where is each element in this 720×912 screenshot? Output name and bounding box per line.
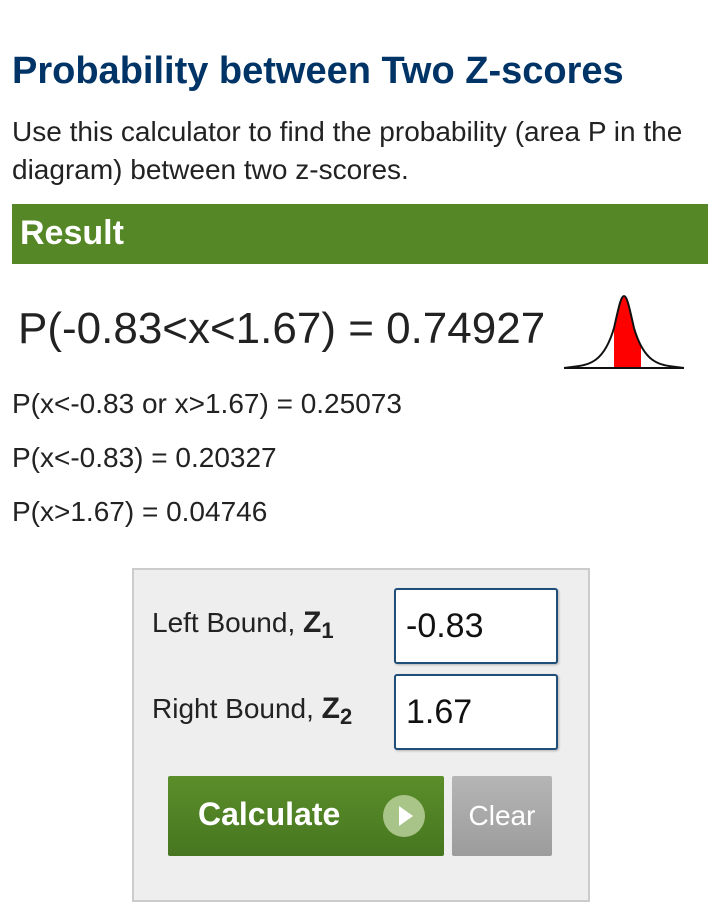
calculate-button[interactable]: Calculate xyxy=(168,776,444,856)
clear-button[interactable]: Clear xyxy=(452,776,552,856)
right-bound-subscript: 2 xyxy=(340,704,353,729)
left-bound-label-text: Left Bound, xyxy=(152,607,296,638)
right-bound-label-text: Right Bound, xyxy=(152,693,314,724)
play-circle-icon xyxy=(383,795,425,837)
outside-probability-result: P(x<-0.83 or x>1.67) = 0.25073 xyxy=(12,388,402,419)
right-bound-variable: Z xyxy=(321,692,340,725)
left-bound-variable: Z xyxy=(303,606,322,639)
page: Probability between Two Z-scores Use thi… xyxy=(0,0,720,912)
left-bound-label: Left Bound, Z1 xyxy=(152,606,334,643)
page-title: Probability between Two Z-scores xyxy=(12,50,624,92)
calculator-form: Left Bound, Z1 Right Bound, Z2 Calculate… xyxy=(132,568,590,902)
left-bound-subscript: 1 xyxy=(321,618,334,643)
main-probability-result: P(-0.83<x<1.67) = 0.74927 xyxy=(18,304,546,353)
result-heading: Result xyxy=(20,214,124,252)
page-description: Use this calculator to find the probabil… xyxy=(12,116,683,185)
result-header-bar: Result xyxy=(12,204,708,264)
right-bound-input[interactable] xyxy=(394,674,558,750)
right-bound-label: Right Bound, Z2 xyxy=(152,692,353,729)
left-tail-probability-result: P(x<-0.83) = 0.20327 xyxy=(12,442,277,473)
right-tail-probability-result: P(x>1.67) = 0.04746 xyxy=(12,496,268,527)
left-bound-input[interactable] xyxy=(394,588,558,664)
calculate-button-label: Calculate xyxy=(198,796,341,832)
bell-curve-shaded-icon xyxy=(563,294,685,369)
